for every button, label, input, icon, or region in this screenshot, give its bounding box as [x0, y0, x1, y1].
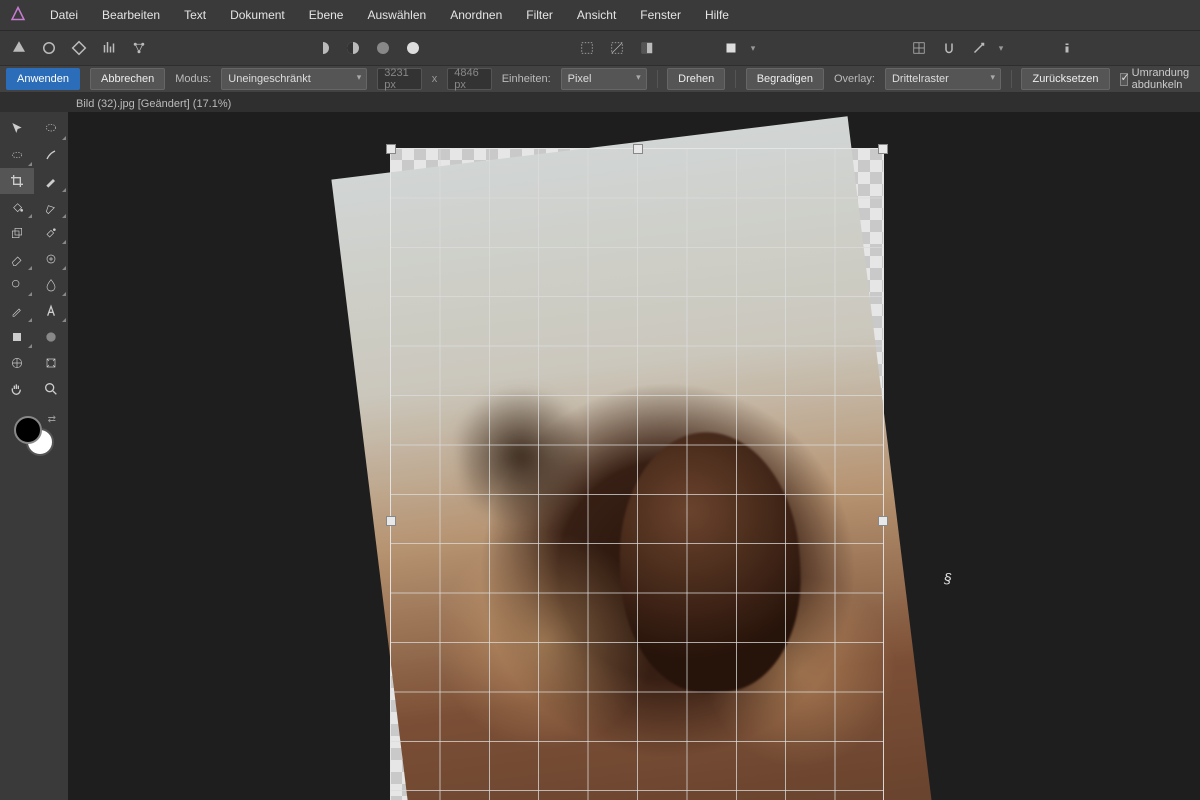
mode-select[interactable]: Uneingeschränkt — [221, 68, 367, 90]
paintbrush-tool[interactable] — [34, 168, 68, 194]
rotate-button[interactable]: Drehen — [667, 68, 725, 90]
gradient-tool[interactable] — [34, 324, 68, 350]
reset-button[interactable]: Zurücksetzen — [1021, 68, 1109, 90]
shape-tool[interactable] — [0, 324, 34, 350]
assist-chevron-icon[interactable]: ▾ — [996, 43, 1006, 54]
zoom-tool[interactable] — [34, 376, 68, 402]
persona-liquify-icon[interactable] — [36, 35, 62, 61]
clone-tool[interactable] — [0, 220, 34, 246]
autocolors-icon[interactable] — [370, 35, 396, 61]
height-input[interactable]: 4846 px — [447, 68, 491, 90]
overlay-label: Overlay: — [834, 73, 875, 85]
retouch-tool[interactable] — [34, 246, 68, 272]
selection-brush-tool[interactable] — [34, 142, 68, 168]
grid-icon[interactable] — [906, 35, 932, 61]
menu-ebene[interactable]: Ebene — [297, 0, 356, 30]
document-tab[interactable]: Bild (32).jpg [Geändert] (17.1%) — [76, 98, 231, 110]
persona-develop-icon[interactable] — [66, 35, 92, 61]
selection-rect-icon[interactable] — [574, 35, 600, 61]
selection-refine-icon[interactable] — [634, 35, 660, 61]
cancel-button[interactable]: Abbrechen — [90, 68, 165, 90]
canvas[interactable]: § — [68, 112, 1200, 800]
menu-dokument[interactable]: Dokument — [218, 0, 297, 30]
apply-button[interactable]: Anwenden — [6, 68, 80, 90]
foreground-color-swatch[interactable] — [14, 416, 42, 444]
info-icon[interactable] — [1054, 35, 1080, 61]
autowb-icon[interactable] — [400, 35, 426, 61]
pen-tool[interactable] — [34, 194, 68, 220]
width-value: 3231 px — [384, 67, 414, 91]
crop-handle-r[interactable] — [878, 516, 888, 526]
mode-value: Uneingeschränkt — [228, 73, 311, 85]
move-tool[interactable] — [0, 116, 34, 142]
menu-bearbeiten[interactable]: Bearbeiten — [90, 0, 172, 30]
separator — [657, 70, 658, 88]
crop-handle-tr[interactable] — [878, 144, 888, 154]
persona-tonemap-icon[interactable] — [96, 35, 122, 61]
perspective-tool[interactable] — [34, 350, 68, 376]
tool-palette: ⇄ — [0, 112, 68, 800]
width-input[interactable]: 3231 px — [377, 68, 421, 90]
straighten-cursor-icon: § — [944, 570, 952, 586]
menu-anordnen[interactable]: Anordnen — [438, 0, 514, 30]
menu-ansicht[interactable]: Ansicht — [565, 0, 628, 30]
flood-fill-tool[interactable] — [0, 194, 34, 220]
document-crop-region[interactable] — [390, 148, 884, 800]
persona-export-icon[interactable] — [126, 35, 152, 61]
assist-icon[interactable] — [966, 35, 992, 61]
crop-handle-l[interactable] — [386, 516, 396, 526]
straighten-button[interactable]: Begradigen — [746, 68, 824, 90]
menu-bar: Datei Bearbeiten Text Dokument Ebene Aus… — [0, 0, 1200, 30]
workspace: ⇄ § — [0, 112, 1200, 800]
separator — [735, 70, 736, 88]
text-tool[interactable] — [34, 298, 68, 324]
autolevels-icon[interactable] — [310, 35, 336, 61]
mode-label: Modus: — [175, 73, 211, 85]
color-picker-tool[interactable] — [0, 298, 34, 324]
crop-handle-t[interactable] — [633, 144, 643, 154]
context-toolbar: Anwenden Abbrechen Modus: Uneingeschränk… — [0, 65, 1200, 93]
healing-brush-tool[interactable] — [34, 220, 68, 246]
main-toolbar: ▾ ▾ — [0, 30, 1200, 65]
pan-tool[interactable] — [0, 376, 34, 402]
overlay-select[interactable]: Drittelraster — [885, 68, 1001, 90]
selection-invert-icon[interactable] — [604, 35, 630, 61]
darken-border-label: Umrandung abdunkeln — [1132, 67, 1194, 91]
menu-filter[interactable]: Filter — [514, 0, 565, 30]
dim-separator: x — [432, 73, 438, 85]
menu-datei[interactable]: Datei — [38, 0, 90, 30]
persona-photo-icon[interactable] — [6, 35, 32, 61]
app-logo-icon — [8, 5, 28, 25]
menu-fenster[interactable]: Fenster — [628, 0, 693, 30]
height-value: 4846 px — [454, 67, 484, 91]
overlay-value: Drittelraster — [892, 73, 949, 85]
menu-text[interactable]: Text — [172, 0, 218, 30]
lasso-tool[interactable] — [34, 116, 68, 142]
quickmask-icon[interactable] — [718, 35, 744, 61]
checkbox-icon — [1120, 73, 1128, 86]
eraser-tool[interactable] — [0, 246, 34, 272]
swap-colors-icon[interactable]: ⇄ — [48, 414, 56, 425]
snapping-icon[interactable] — [936, 35, 962, 61]
darken-border-checkbox[interactable]: Umrandung abdunkeln — [1120, 67, 1194, 91]
marquee-tool[interactable] — [0, 142, 34, 168]
mesh-warp-tool[interactable] — [0, 350, 34, 376]
units-value: Pixel — [568, 73, 592, 85]
units-select[interactable]: Pixel — [561, 68, 647, 90]
quickmask-chevron-icon[interactable]: ▾ — [748, 43, 758, 54]
zoom-tool-alt[interactable] — [0, 272, 34, 298]
crop-tool[interactable] — [0, 168, 34, 194]
separator — [1011, 70, 1012, 88]
blur-tool[interactable] — [34, 272, 68, 298]
menu-hilfe[interactable]: Hilfe — [693, 0, 741, 30]
crop-handle-tl[interactable] — [386, 144, 396, 154]
menu-auswaehlen[interactable]: Auswählen — [355, 0, 438, 30]
color-swatch[interactable]: ⇄ — [14, 416, 54, 456]
autocontrast-icon[interactable] — [340, 35, 366, 61]
photo-layer — [331, 116, 942, 800]
units-label: Einheiten: — [502, 73, 551, 85]
